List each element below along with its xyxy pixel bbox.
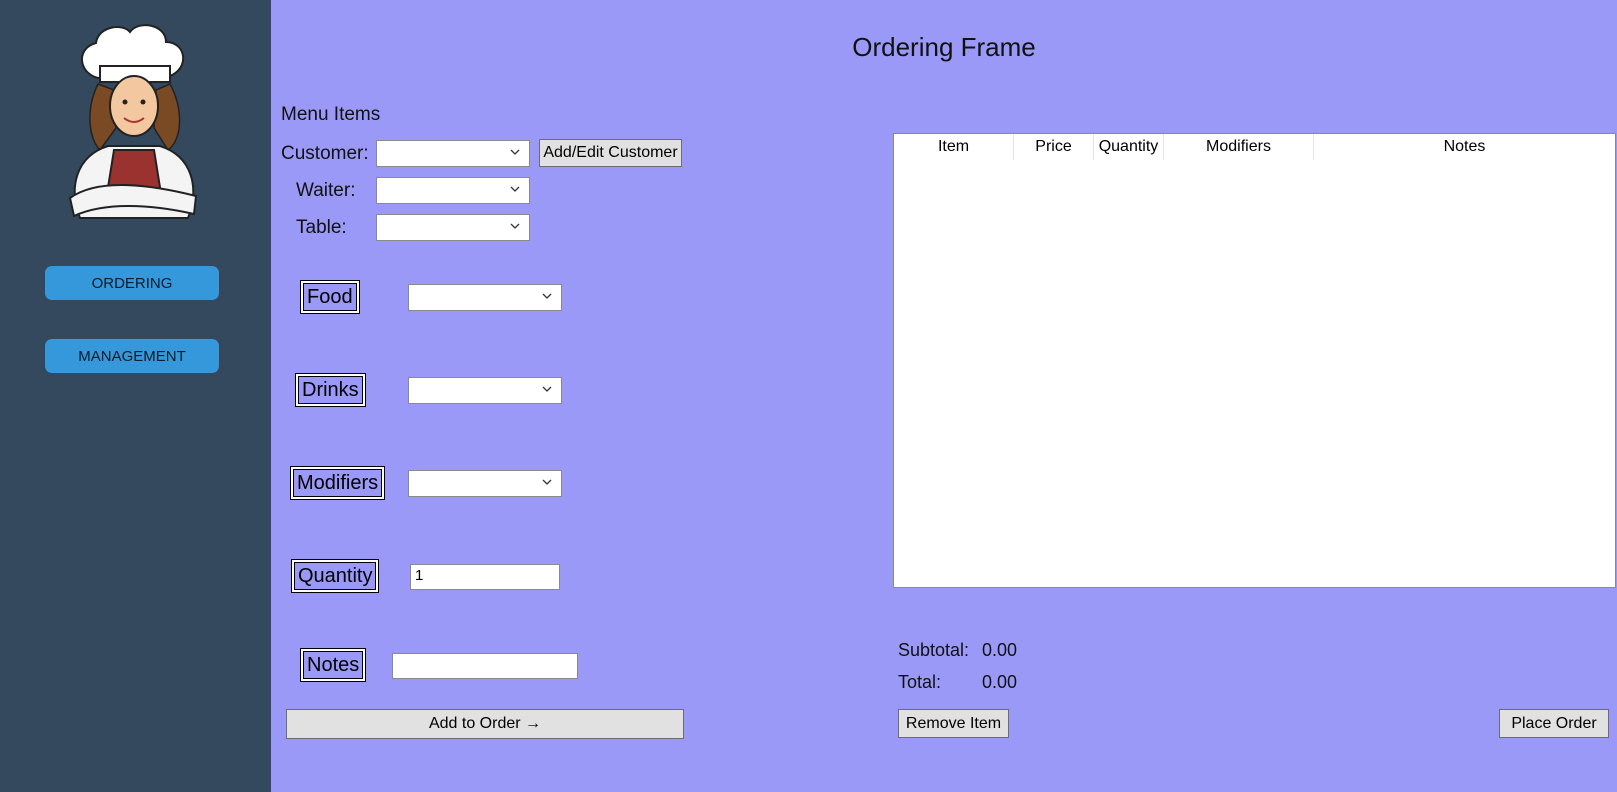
sidebar: ORDERING MANAGEMENT	[0, 0, 271, 792]
column-header-price[interactable]: Price	[1014, 134, 1094, 160]
table-select[interactable]	[376, 214, 530, 241]
chef-logo	[68, 24, 198, 219]
chevron-down-icon	[542, 386, 552, 392]
modifiers-label: Modifiers	[290, 467, 385, 499]
order-table[interactable]: Item Price Quantity Modifiers Notes	[893, 133, 1616, 588]
subtotal-label: Subtotal:	[898, 640, 970, 660]
chevron-down-icon	[510, 223, 520, 229]
modifiers-select[interactable]	[408, 470, 562, 497]
notes-label: Notes	[300, 649, 366, 681]
chevron-down-icon	[542, 293, 552, 299]
quantity-label: Quantity	[291, 560, 379, 592]
add-edit-customer-button[interactable]: Add/Edit Customer	[539, 139, 682, 167]
total-value: 0.00	[982, 672, 1018, 692]
total-label: Total:	[898, 672, 942, 692]
remove-item-button[interactable]: Remove Item	[898, 709, 1009, 738]
customer-label: Customer:	[281, 143, 369, 164]
chevron-down-icon	[542, 479, 552, 485]
chevron-down-icon	[510, 149, 520, 155]
column-header-notes[interactable]: Notes	[1314, 134, 1615, 160]
waiter-select[interactable]	[376, 177, 530, 204]
chevron-down-icon	[510, 186, 520, 192]
notes-input[interactable]	[392, 653, 578, 679]
nav-management-button[interactable]: MANAGEMENT	[45, 339, 219, 373]
food-label: Food	[301, 281, 359, 313]
main-panel: Ordering Frame Menu Items Customer: Add/…	[271, 0, 1617, 792]
customer-select[interactable]	[376, 140, 530, 167]
place-order-button[interactable]: Place Order	[1499, 709, 1609, 738]
drinks-select[interactable]	[408, 377, 562, 404]
quantity-input[interactable]: 1	[410, 564, 560, 590]
subtotal-value: 0.00	[982, 640, 1018, 660]
column-header-modifiers[interactable]: Modifiers	[1164, 134, 1314, 160]
add-to-order-button[interactable]: Add to Order →	[286, 709, 684, 739]
nav-ordering-button[interactable]: ORDERING	[45, 266, 219, 300]
page-title: Ordering Frame	[852, 32, 1036, 62]
drinks-label: Drinks	[296, 374, 365, 406]
table-label: Table:	[296, 217, 347, 238]
column-header-item[interactable]: Item	[894, 134, 1014, 160]
order-table-header: Item Price Quantity Modifiers Notes	[894, 134, 1615, 160]
food-select[interactable]	[408, 284, 562, 311]
waiter-label: Waiter:	[296, 180, 356, 201]
menu-items-heading: Menu Items	[281, 104, 381, 125]
column-header-quantity[interactable]: Quantity	[1094, 134, 1164, 160]
